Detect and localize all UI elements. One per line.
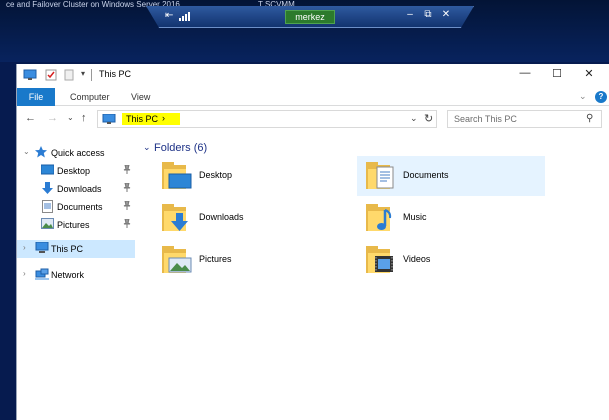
ribbon: File Computer View ⌄ ? [17, 88, 609, 106]
computer-icon [35, 242, 49, 253]
address-dropdown-icon[interactable]: ⌄ [410, 113, 418, 124]
search-icon[interactable]: ⚲ [586, 113, 593, 124]
sidebar-item-label: Network [51, 270, 85, 280]
expand-ribbon-icon[interactable]: ⌄ [579, 91, 587, 102]
sidebar-item-label: Downloads [57, 184, 102, 194]
document-icon [42, 200, 53, 213]
tab-file[interactable]: File [17, 88, 55, 106]
folder-tile-documents[interactable]: Documents [357, 156, 545, 196]
sidebar-item-quick-access[interactable]: ⌄ Quick access [17, 144, 135, 162]
sidebar-item-network[interactable]: › Network [17, 266, 135, 284]
breadcrumb-chevron-icon[interactable]: › [162, 113, 165, 123]
pictures-folder-icon [162, 246, 192, 273]
remote-connection-bar: ⇤ merkez – ⧉ ✕ [146, 6, 474, 28]
navigation-bar: ← → ⌄ ↑ This PC › ⌄ ↻ Search This PC ⚲ [17, 108, 609, 130]
folder-tile-downloads[interactable]: Downloads [153, 198, 341, 238]
picture-icon [41, 218, 54, 229]
group-title[interactable]: Folders (6) [154, 142, 207, 154]
pin-icon[interactable] [123, 164, 131, 176]
address-location[interactable]: This PC [126, 114, 158, 124]
new-folder-icon[interactable] [63, 69, 75, 81]
tab-view[interactable]: View [131, 92, 150, 102]
pin-icon[interactable] [123, 200, 131, 212]
folder-label: Desktop [199, 170, 233, 180]
connection-quality-icon[interactable] [179, 12, 190, 21]
pin-icon[interactable] [123, 182, 131, 194]
sidebar-item-label: Quick access [51, 148, 105, 158]
folder-tile-desktop[interactable]: Desktop [153, 156, 341, 196]
window-title: This PC [99, 69, 132, 79]
minimize-button[interactable]: — [515, 67, 535, 81]
search-input[interactable]: Search This PC [454, 114, 517, 124]
computer-icon[interactable] [23, 69, 37, 81]
address-bar[interactable]: This PC › ⌄ ↻ [97, 110, 437, 128]
pin-icon[interactable] [123, 218, 131, 230]
remote-minimize-button[interactable]: – [403, 9, 417, 20]
remote-restore-button[interactable]: ⧉ [421, 9, 435, 20]
sidebar-item-documents[interactable]: Documents [17, 198, 135, 216]
desktop-folder-icon [162, 162, 192, 189]
help-icon[interactable]: ? [595, 91, 607, 103]
maximize-button[interactable]: ☐ [547, 67, 567, 81]
sidebar-item-label: Documents [57, 202, 103, 212]
refresh-icon[interactable]: ↻ [424, 112, 433, 125]
documents-folder-icon [366, 162, 394, 189]
file-explorer-window: ▾ This PC — ☐ ✕ File Computer View ⌄ ? ←… [16, 64, 609, 420]
folder-label: Pictures [199, 254, 232, 264]
computer-icon [102, 114, 116, 124]
close-button[interactable]: ✕ [579, 67, 599, 81]
tab-computer[interactable]: Computer [70, 92, 110, 102]
sidebar-item-pictures[interactable]: Pictures [17, 216, 135, 234]
sidebar-item-this-pc[interactable]: › This PC [17, 240, 135, 258]
forward-button[interactable]: → [47, 112, 58, 124]
folder-tile-music[interactable]: Music [357, 198, 545, 238]
title-bar[interactable]: ▾ This PC — ☐ ✕ [17, 64, 609, 86]
sidebar-item-label: Pictures [57, 220, 90, 230]
videos-folder-icon [366, 246, 393, 273]
folder-label: Videos [403, 254, 431, 264]
music-folder-icon [366, 204, 392, 231]
pin-icon[interactable]: ⇤ [165, 10, 173, 21]
sidebar-item-label: This PC [51, 244, 84, 254]
folder-tile-pictures[interactable]: Pictures [153, 240, 341, 280]
folder-tile-videos[interactable]: Videos [357, 240, 545, 280]
properties-icon[interactable] [45, 69, 57, 81]
network-icon [35, 268, 49, 280]
expander-icon[interactable]: › [23, 269, 26, 278]
recent-locations-button[interactable]: ⌄ [67, 113, 74, 122]
star-icon [35, 146, 47, 158]
title-divider [91, 69, 92, 81]
folder-label: Documents [403, 170, 449, 180]
navigation-pane: ⌄ Quick access Desktop Downloads Documen… [17, 140, 135, 420]
desktop-icon [41, 164, 54, 175]
back-button[interactable]: ← [25, 112, 36, 124]
quick-access-toolbar-dropdown[interactable]: ▾ [81, 69, 85, 81]
expander-icon[interactable]: › [23, 243, 26, 252]
collapse-group-icon[interactable]: ⌄ [143, 142, 151, 153]
sidebar-item-label: Desktop [57, 166, 91, 176]
remote-close-button[interactable]: ✕ [439, 9, 453, 20]
content-pane: ⌄ Folders (6) Desktop Documents Download… [139, 138, 609, 420]
downloads-folder-icon [162, 204, 188, 231]
search-box[interactable]: Search This PC ⚲ [447, 110, 602, 128]
download-icon [42, 182, 53, 194]
expander-icon[interactable]: ⌄ [23, 147, 30, 156]
sidebar-item-downloads[interactable]: Downloads [17, 180, 135, 198]
remote-host-name: merkez [285, 10, 335, 24]
sidebar-item-desktop[interactable]: Desktop [17, 162, 135, 180]
folder-label: Music [403, 212, 427, 222]
folder-label: Downloads [199, 212, 244, 222]
up-button[interactable]: ↑ [81, 112, 87, 124]
